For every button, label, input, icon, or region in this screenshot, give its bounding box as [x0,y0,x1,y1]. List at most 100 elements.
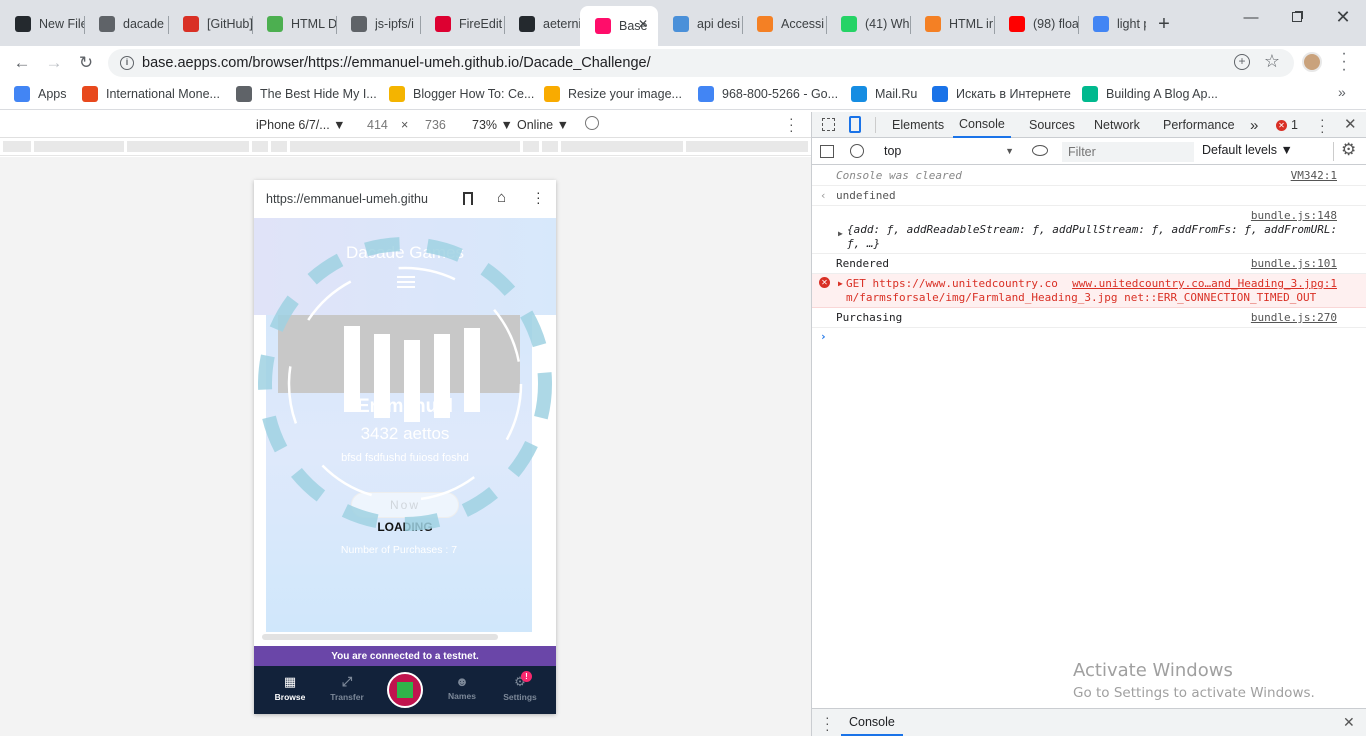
message-source-link[interactable]: bundle.js:101 [1251,257,1337,270]
tab-performance[interactable]: Performance [1163,112,1235,138]
site-info-icon[interactable]: i [120,56,134,70]
console-prompt[interactable]: › [812,328,1366,348]
reload-button[interactable]: ↻ [73,50,99,76]
angular-icon [435,16,451,32]
google-icon [1093,16,1109,32]
browser-tab[interactable]: (41) Wh [826,8,910,40]
message-source-link[interactable]: bundle.js:148 [1251,209,1337,222]
menu-dots-icon[interactable]: · · · [1338,46,1350,78]
browser-tab[interactable]: HTML D [252,8,336,40]
browser-tab[interactable]: api desi [658,8,742,40]
drawer-menu-icon[interactable]: · · · [825,710,830,736]
toggle-device-icon[interactable] [849,116,861,133]
profile-avatar[interactable] [1302,52,1322,72]
zoom-select[interactable]: 73% ▼ [472,118,513,132]
bookmark-item[interactable]: Apps [14,84,67,104]
browser-tab-active[interactable]: Base ✕ [580,6,658,46]
browser-tab[interactable]: New File [0,8,84,40]
bookmark-item[interactable]: Resize your image... [544,84,682,104]
tab-network[interactable]: Network [1094,112,1140,138]
device-select[interactable]: iPhone 6/7/... ▼ [256,118,346,132]
message-source-link[interactable]: VM342:1 [1291,169,1337,182]
network-throttle-select[interactable]: Online ▼ [517,118,569,132]
forward-button[interactable]: → [41,50,67,76]
ruler-segment[interactable] [686,141,808,152]
ruler-segment[interactable] [561,141,683,152]
inspect-element-icon[interactable] [822,118,835,131]
back-button[interactable]: ← [9,50,35,76]
error-counter[interactable]: ✕ 1 [1276,112,1298,138]
tab-console[interactable]: Console [953,112,1011,138]
google-icon [698,86,714,102]
bookmark-item[interactable]: 968-800-5266 - Go... [698,84,838,104]
browser-tab[interactable]: Accessi [742,8,826,40]
ruler-segment[interactable] [523,141,539,152]
device-height-input[interactable]: 736 [425,118,446,132]
ruler-segment[interactable] [34,141,124,152]
ruler-segment[interactable] [290,141,520,152]
bookmark-item[interactable]: Mail.Ru [851,84,917,104]
phone-home-icon[interactable]: ⌂ [497,189,506,206]
clear-console-icon[interactable] [850,144,864,158]
new-tab-button[interactable]: + [1152,12,1176,36]
expand-triangle-icon[interactable]: ▶ [838,279,843,288]
message-source-link[interactable]: bundle.js:270 [1251,311,1337,324]
live-expression-eye-icon[interactable] [1032,145,1048,156]
bookmark-item[interactable]: The Best Hide My I... [236,84,377,104]
ruler-segment[interactable] [3,141,31,152]
expand-triangle-icon[interactable]: ▶ [838,229,843,238]
device-width-input[interactable]: 414 [367,118,388,132]
sidebar-toggle-icon[interactable] [820,145,834,158]
account-identicon[interactable] [387,672,423,708]
phone-menu-icon[interactable]: · · · [536,185,541,209]
console-settings-icon[interactable]: ⚙ [1341,140,1356,160]
nav-names[interactable]: ☻ Names [434,674,490,701]
bookmark-item[interactable]: Blogger How To: Ce... [389,84,534,104]
rotate-icon[interactable] [582,113,602,133]
bookmark-label: Blogger How To: Ce... [413,87,535,101]
phone-url-bar[interactable]: https://emmanuel-umeh.githu ⌂ · · · [254,180,556,218]
address-bar[interactable]: i base.aepps.com/browser/https://emmanue… [108,49,1294,77]
install-icon[interactable]: + [1234,54,1250,70]
close-devtools-icon[interactable]: ✕ [1344,115,1357,133]
browser-tab[interactable]: FireEdit [420,8,504,40]
bookmark-item[interactable]: Искать в Интернете [932,84,1071,104]
more-tabs-icon[interactable]: » [1250,112,1258,138]
console-filter-input[interactable] [1062,142,1194,162]
ruler-segment[interactable] [252,141,268,152]
bookmarks-overflow-icon[interactable]: » [1338,84,1346,100]
bookmark-item[interactable]: International Mone... [82,84,220,104]
ruler-segment[interactable] [271,141,287,152]
devtools-drawer: · · · Console ✕ [812,708,1366,736]
tab-sources[interactable]: Sources [1029,112,1075,138]
close-drawer-icon[interactable]: ✕ [1343,714,1355,731]
browser-tab[interactable]: [GitHub] [168,8,252,40]
browser-tab[interactable]: HTML ir [910,8,994,40]
context-select[interactable]: top ▼ [882,142,1016,161]
browser-tab[interactable]: dacade [84,8,168,40]
nav-settings[interactable]: ⚙ Settings [492,674,548,702]
browser-tab[interactable]: light pa [1078,8,1146,40]
device-more-icon[interactable]: · · · [789,111,794,137]
browser-tab[interactable]: (98) floa [994,8,1078,40]
close-window-button[interactable]: ✕ [1320,0,1366,34]
tab-elements[interactable]: Elements [892,112,944,138]
restore-button[interactable] [1274,0,1320,34]
log-levels-select[interactable]: Default levels ▼ [1202,143,1293,157]
ruler-segment[interactable] [127,141,249,152]
drawer-tab-console[interactable]: Console [841,709,903,736]
bookmark-star-icon[interactable]: ☆ [1264,51,1280,72]
phone-scrollbar[interactable] [262,634,498,640]
phone-bookmark-icon[interactable] [463,192,473,205]
message-source-link[interactable]: www.unitedcountry.co…and_Heading_3.jpg:1 [1058,277,1337,290]
tab-separator [84,16,85,34]
bookmark-item[interactable]: Building A Blog Ap... [1082,84,1218,104]
nav-transfer[interactable]: ⤢ Transfer [319,674,375,702]
browser-tab[interactable]: js-ipfs/i [336,8,420,40]
nav-browse[interactable]: ▦ Browse [262,674,318,702]
close-tab-icon[interactable]: ✕ [638,17,648,31]
ruler-segment[interactable] [542,141,558,152]
devtools-menu-icon[interactable]: · · · [1320,112,1325,138]
browser-tab[interactable]: aeternit [504,8,580,40]
minimize-button[interactable]: — [1228,0,1274,34]
